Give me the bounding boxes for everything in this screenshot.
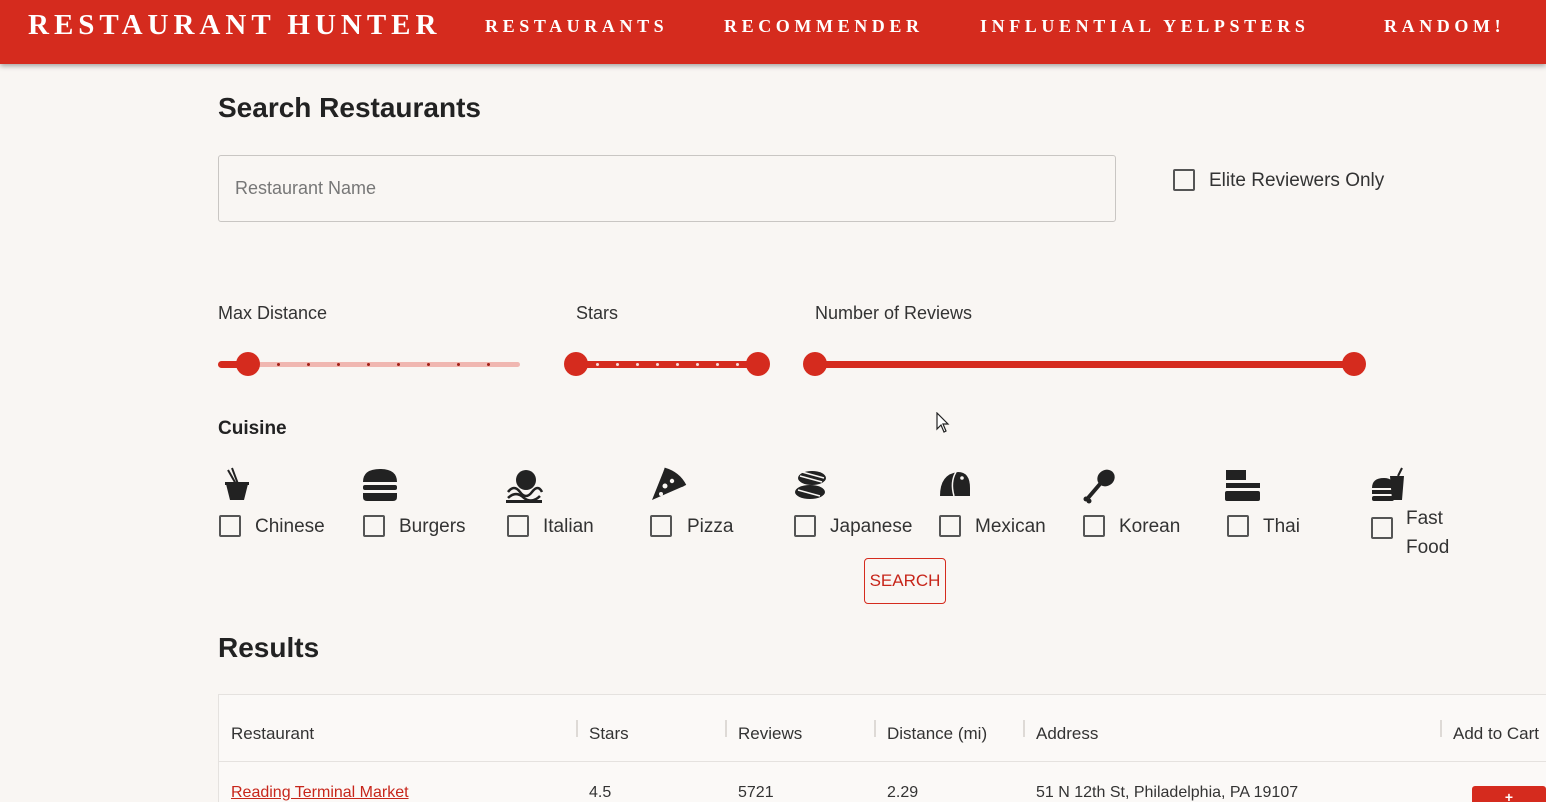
slider-tick xyxy=(656,363,659,366)
cuisine-label-japanese: Japanese xyxy=(830,516,913,537)
restaurant-name-input[interactable] xyxy=(218,155,1116,222)
table-divider xyxy=(219,761,1546,762)
reviews-fill xyxy=(815,361,1354,368)
cuisine-checkbox-mexican[interactable] xyxy=(939,515,961,537)
results-table xyxy=(218,694,1546,802)
top-nav-bar: RESTAURANT HUNTER RESTAURANTS RECOMMENDE… xyxy=(0,0,1546,64)
stars-max-thumb[interactable] xyxy=(746,352,770,376)
cell-distance: 2.29 xyxy=(887,784,919,801)
mouse-cursor-icon xyxy=(936,412,950,433)
column-separator[interactable] xyxy=(874,720,876,737)
column-header-restaurant[interactable]: Restaurant xyxy=(231,724,314,744)
cuisine-title: Cuisine xyxy=(218,418,287,439)
cuisine-label-italian: Italian xyxy=(543,516,594,537)
cuisine-checkbox-fast-food[interactable] xyxy=(1371,517,1393,539)
column-header-stars[interactable]: Stars xyxy=(589,724,629,744)
stars-label: Stars xyxy=(576,303,619,323)
noodle-box-icon xyxy=(1225,470,1260,501)
max-distance-label: Max Distance xyxy=(218,303,328,323)
elite-reviewers-label: Elite Reviewers Only xyxy=(1209,170,1385,191)
cuisine-checkbox-italian[interactable] xyxy=(507,515,529,537)
brand-logo[interactable]: RESTAURANT HUNTER xyxy=(28,9,441,42)
stars-min-thumb[interactable] xyxy=(564,352,588,376)
slider-tick xyxy=(676,363,679,366)
slider-tick xyxy=(397,363,400,366)
slider-tick xyxy=(367,363,370,366)
nav-influential-yelpsters[interactable]: INFLUENTIAL YELPSTERS xyxy=(980,16,1310,37)
cuisine-label-korean: Korean xyxy=(1119,516,1181,537)
slider-tick xyxy=(487,363,490,366)
cuisine-label-burgers: Burgers xyxy=(399,516,466,537)
cuisine-checkbox-burgers[interactable] xyxy=(363,515,385,537)
search-button[interactable]: SEARCH xyxy=(864,558,946,604)
cuisine-checkbox-japanese[interactable] xyxy=(794,515,816,537)
slider-tick xyxy=(277,363,280,366)
slider-tick xyxy=(307,363,310,366)
slider-tick xyxy=(596,363,599,366)
chinese-takeout-icon xyxy=(225,467,249,500)
slider-tick xyxy=(716,363,719,366)
column-separator[interactable] xyxy=(1440,720,1442,737)
cuisine-checkbox-chinese[interactable] xyxy=(219,515,241,537)
max-distance-thumb[interactable] xyxy=(236,352,260,376)
slider-tick xyxy=(736,363,739,366)
nav-recommender[interactable]: RECOMMENDER xyxy=(724,16,924,37)
add-to-cart-button[interactable]: + xyxy=(1472,786,1546,802)
nav-random[interactable]: RANDOM! xyxy=(1384,16,1505,37)
cuisine-checkbox-thai[interactable] xyxy=(1227,515,1249,537)
column-header-distance[interactable]: Distance (mi) xyxy=(887,724,987,744)
slider-tick xyxy=(696,363,699,366)
drumstick-icon xyxy=(1083,469,1115,504)
column-header-add-to-cart[interactable]: Add to Cart xyxy=(1453,724,1539,744)
slider-tick xyxy=(636,363,639,366)
taco-icon xyxy=(940,471,970,497)
restaurant-link[interactable]: Reading Terminal Market xyxy=(231,784,409,802)
column-separator[interactable] xyxy=(1023,720,1025,737)
cell-address: 51 N 12th St, Philadelphia, PA 19107 xyxy=(1036,784,1299,801)
cuisine-checkbox-pizza[interactable] xyxy=(650,515,672,537)
reviews-max-thumb[interactable] xyxy=(1342,352,1366,376)
column-separator[interactable] xyxy=(725,720,727,737)
results-title: Results xyxy=(218,632,320,663)
stars-fill xyxy=(576,361,758,368)
cuisine-label-chinese: Chinese xyxy=(255,516,325,537)
column-header-address[interactable]: Address xyxy=(1036,724,1098,744)
column-separator[interactable] xyxy=(576,720,578,737)
cuisine-label-pizza: Pizza xyxy=(687,516,734,537)
fast-food-icon xyxy=(1372,467,1404,501)
column-header-reviews[interactable]: Reviews xyxy=(738,724,802,744)
page-title: Search Restaurants xyxy=(218,92,482,123)
burger-icon xyxy=(363,469,397,501)
cell-stars: 4.5 xyxy=(589,784,612,801)
cuisine-label-mexican: Mexican xyxy=(975,516,1046,537)
slider-tick xyxy=(457,363,460,366)
slider-tick xyxy=(427,363,430,366)
pizza-slice-icon xyxy=(652,467,687,500)
slider-tick xyxy=(337,363,340,366)
cuisine-checkbox-korean[interactable] xyxy=(1083,515,1105,537)
reviews-min-thumb[interactable] xyxy=(803,352,827,376)
cuisine-label-thai: Thai xyxy=(1263,516,1300,537)
reviews-label: Number of Reviews xyxy=(815,303,973,323)
cell-reviews: 5721 xyxy=(738,784,774,801)
sushi-icon xyxy=(795,471,826,499)
spaghetti-icon xyxy=(506,470,544,503)
nav-restaurants[interactable]: RESTAURANTS xyxy=(485,16,668,37)
slider-tick xyxy=(616,363,619,366)
cuisine-label-fast-food: Fast Food xyxy=(1406,508,1450,558)
elite-reviewers-checkbox[interactable] xyxy=(1173,169,1195,191)
